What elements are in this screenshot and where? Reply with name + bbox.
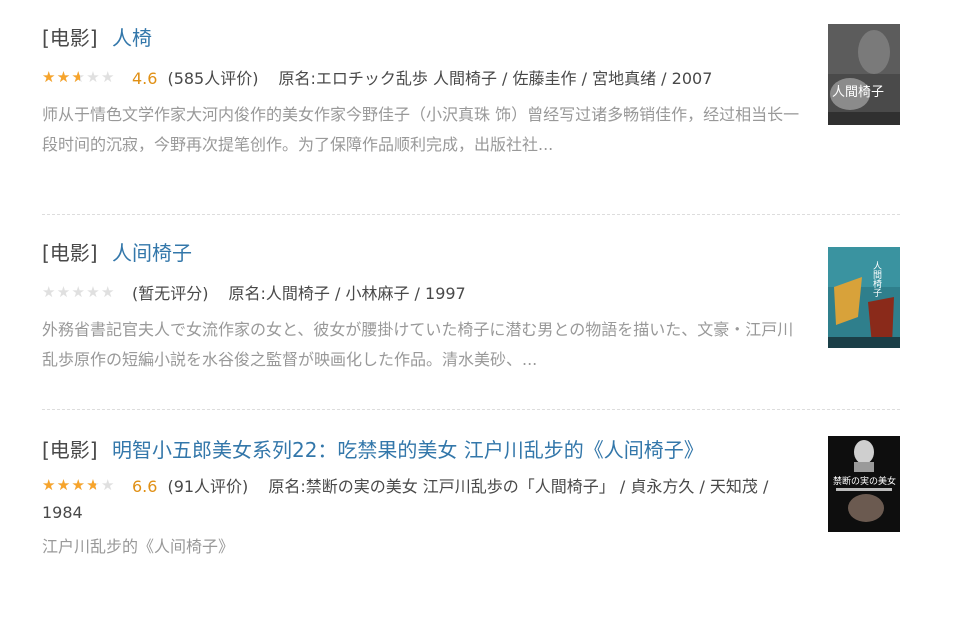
result-item: [电影] 人间椅子 ★★★★★★★★★★ (暂无评分) 原名:人間椅子 / 小林麻… [42,215,900,410]
rating-count: (91人评价) [167,477,249,496]
result-description: 江户川乱步的《人间椅子》 [42,537,235,556]
result-description: 师从于情色文学作家大河内俊作的美女作家今野佳子（小沢真珠 饰）曾经写过诸多畅销佳… [42,105,800,154]
result-title-link[interactable]: 人间椅子 [112,241,192,265]
category-label: [电影] [42,26,98,50]
poster-title-text: 人間椅子 [871,261,882,297]
result-item: [电影] 人椅 ★★★★★★★★★★ 4.6 (585人评价) 原名:エロチック乱歩… [42,0,900,215]
result-description: 外務省書記官夫人で女流作家の女と、彼女が腰掛けていた椅子に潜む男との物語を描いた… [42,320,794,369]
result-title-line: [电影] 人间椅子 [42,235,807,271]
result-item: [电影] 明智小五郎美女系列22：吃禁果的美女 江户川乱步的《人间椅子》 ★★★… [42,410,900,632]
category-label: [电影] [42,241,98,265]
movie-poster-thumbnail[interactable]: 禁断の実の美女 [828,436,900,532]
result-content: [电影] 明智小五郎美女系列22：吃禁果的美女 江户川乱步的《人间椅子》 ★★★… [42,432,807,562]
rating-count: (暂无评分) [132,284,209,303]
movie-poster-thumbnail[interactable]: 人間椅子 [828,24,900,125]
poster-title-text: 禁断の実の美女 [833,475,896,487]
result-title-link[interactable]: 人椅 [112,26,152,50]
poster-title-text: 人間椅子 [832,85,884,100]
result-meta: 原名:エロチック乱歩 人間椅子 / 佐藤圭作 / 宮地真绪 / 2007 [278,69,713,88]
rating-count: (585人评价) [167,69,259,88]
star-rating-icon: ★★★★★★★★★★ [42,283,116,301]
star-rating-icon: ★★★★★★★★★★ [42,68,116,86]
category-label: [电影] [42,438,98,462]
result-content: [电影] 人椅 ★★★★★★★★★★ 4.6 (585人评价) 原名:エロチック乱歩… [42,20,807,160]
result-content: [电影] 人间椅子 ★★★★★★★★★★ (暂无评分) 原名:人間椅子 / 小林麻… [42,235,807,375]
result-title-line: [电影] 人椅 [42,20,807,56]
movie-poster-thumbnail[interactable]: 人間椅子 [828,247,900,348]
rating-line: ★★★★★★★★★★ 6.6(91人评价)原名:禁断の実の美女 江戸川乱歩の「人… [42,474,807,526]
rating-line: ★★★★★★★★★★ 4.6 (585人评价) 原名:エロチック乱歩 人間椅子 / … [42,66,807,92]
result-meta: 原名:人間椅子 / 小林麻子 / 1997 [228,284,466,303]
result-title-line: [电影] 明智小五郎美女系列22：吃禁果的美女 江户川乱步的《人间椅子》 [42,432,807,468]
rating-score: 6.6 [132,477,158,496]
rating-line: ★★★★★★★★★★ (暂无评分) 原名:人間椅子 / 小林麻子 / 1997 [42,281,807,307]
result-title-link[interactable]: 明智小五郎美女系列22：吃禁果的美女 江户川乱步的《人间椅子》 [112,438,704,462]
search-result-list: [电影] 人椅 ★★★★★★★★★★ 4.6 (585人评价) 原名:エロチック乱歩… [42,0,900,632]
star-rating-icon: ★★★★★★★★★★ [42,476,116,494]
rating-score: 4.6 [132,69,158,88]
